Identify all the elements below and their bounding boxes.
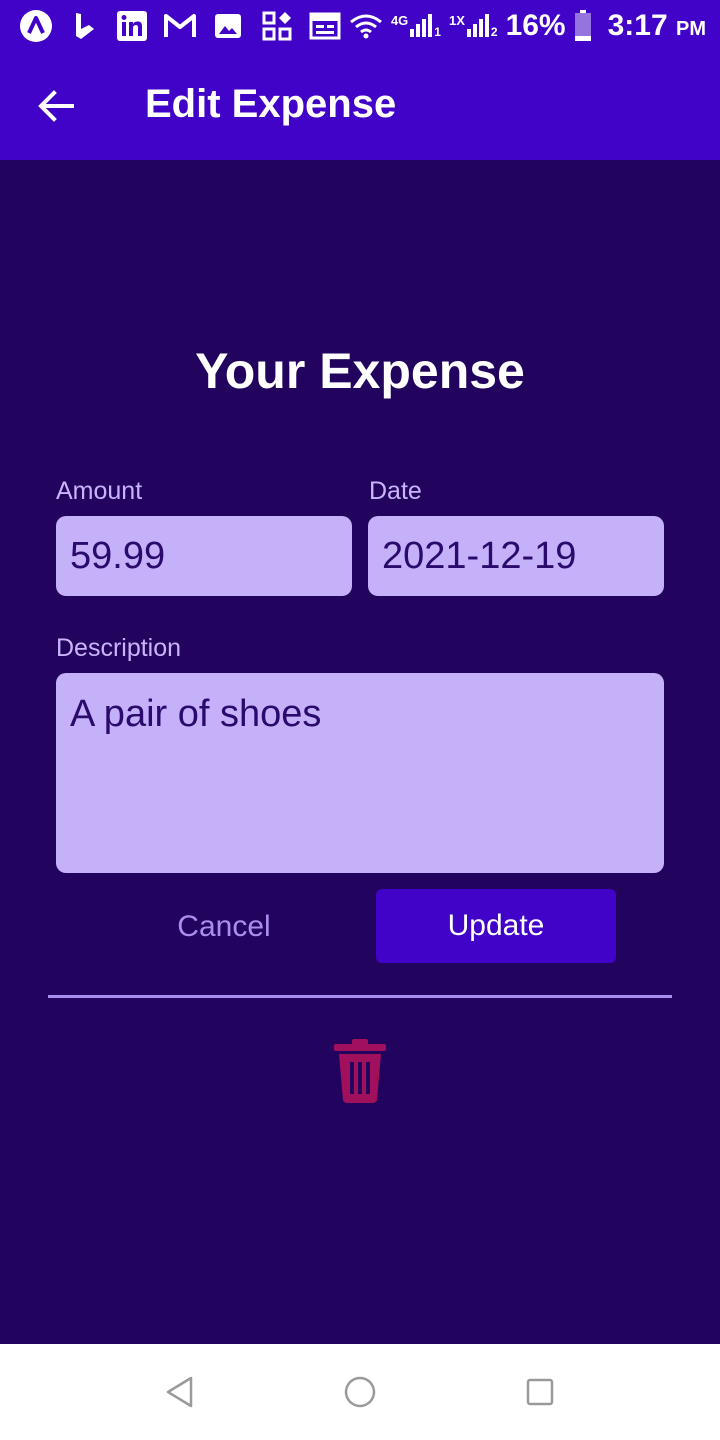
arrow-back-icon bbox=[38, 90, 74, 122]
date-label: Date bbox=[369, 477, 422, 505]
amount-input[interactable]: 59.99 bbox=[56, 516, 352, 596]
home-circle-icon bbox=[343, 1375, 377, 1409]
recents-square-icon bbox=[525, 1377, 555, 1407]
update-button[interactable]: Update bbox=[376, 889, 616, 963]
divider bbox=[48, 995, 672, 998]
status-bar: 4G 1 1X 2 16% 3:17 PM bbox=[0, 0, 720, 52]
cancel-button[interactable]: Cancel bbox=[120, 890, 328, 964]
date-input[interactable]: 2021-12-19 bbox=[368, 516, 664, 596]
back-button[interactable] bbox=[28, 78, 84, 134]
nav-back-button[interactable] bbox=[160, 1372, 200, 1412]
form-heading: Your Expense bbox=[195, 343, 525, 399]
clock: 3:17 PM bbox=[607, 9, 706, 42]
linkedin-icon bbox=[115, 10, 149, 42]
wifi-icon bbox=[349, 12, 383, 40]
apps-icon bbox=[260, 10, 294, 42]
trash-icon bbox=[332, 1038, 388, 1104]
bing-icon bbox=[70, 10, 100, 42]
description-label: Description bbox=[56, 634, 182, 662]
delete-button[interactable] bbox=[330, 1036, 390, 1106]
amount-value: 59.99 bbox=[70, 534, 166, 577]
signal-1x-icon: 1X 2 bbox=[448, 13, 498, 39]
date-value: 2021-12-19 bbox=[382, 534, 577, 577]
nav-home-button[interactable] bbox=[340, 1372, 380, 1412]
app-bar: Edit Expense bbox=[0, 52, 720, 160]
app-bar-title: Edit Expense bbox=[145, 82, 397, 126]
gmail-icon bbox=[163, 10, 197, 42]
battery-percent: 16% bbox=[505, 9, 566, 42]
signal-4g-icon: 4G 1 bbox=[390, 13, 441, 39]
app-a-icon bbox=[18, 10, 54, 42]
battery-icon bbox=[574, 10, 592, 42]
back-triangle-icon bbox=[164, 1375, 196, 1409]
navigation-bar bbox=[0, 1344, 720, 1440]
description-input[interactable]: A pair of shoes bbox=[56, 673, 664, 873]
amount-label: Amount bbox=[56, 477, 143, 505]
description-value: A pair of shoes bbox=[70, 693, 322, 735]
gallery-icon bbox=[212, 10, 244, 42]
calendar-icon bbox=[308, 10, 342, 42]
nav-recents-button[interactable] bbox=[520, 1372, 560, 1412]
